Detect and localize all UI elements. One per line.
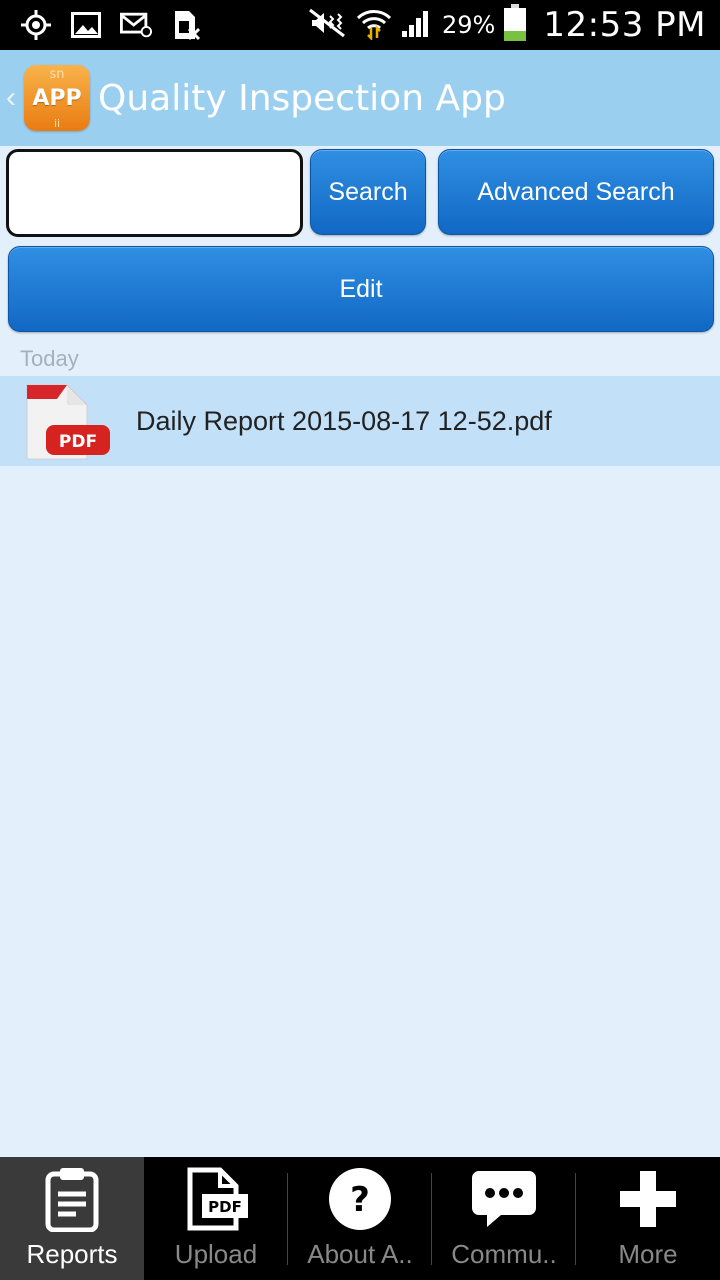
chat-icon [470,1165,538,1233]
edit-button[interactable]: Edit [8,246,714,332]
tab-label: Reports [26,1239,118,1269]
app-header: ‹ sn APP ii Quality Inspection App [0,50,720,146]
advanced-search-button[interactable]: Advanced Search [438,149,714,235]
location-icon [20,9,52,41]
battery-icon [503,3,527,47]
battery-percent: 29% [442,11,496,39]
pdf-upload-icon: PDF [182,1165,250,1233]
tab-community[interactable]: Commu.. [432,1157,576,1280]
help-glyph: ? [350,1180,370,1220]
app-logo[interactable]: sn APP ii [24,65,90,131]
tab-more[interactable]: More [576,1157,720,1280]
pdf-icon: PDF [24,379,114,463]
logo-text: APP [32,85,82,111]
logo-top-text: sn [49,67,65,82]
tab-about[interactable]: ? About A.. [288,1157,432,1280]
tab-label: Upload [174,1239,258,1269]
logo-bottom-text: ii [53,117,61,130]
tab-label: Commu.. [451,1239,557,1269]
back-chevron-icon[interactable]: ‹ [6,81,20,115]
pdf-badge-text: PDF [59,432,97,452]
search-input[interactable] [6,149,303,237]
clipboard-icon [38,1165,106,1233]
signal-icon [400,7,434,44]
plus-icon [614,1165,682,1233]
search-button[interactable]: Search [310,149,426,235]
tab-label: About A.. [307,1239,413,1269]
page-title: Quality Inspection App [98,77,506,119]
tab-upload[interactable]: PDF Upload [144,1157,288,1280]
email-icon [120,9,152,41]
section-header-today: Today [20,346,79,371]
upload-badge-text: PDF [208,1198,242,1216]
list-item-label: Daily Report 2015-08-17 12-52.pdf [136,405,552,436]
status-bar: 29% 12:53 PM [0,0,720,50]
bottom-tab-bar: Reports PDF Upload ? About A.. Commu.. M… [0,1157,720,1280]
tab-label: More [618,1239,678,1269]
tab-reports[interactable]: Reports [0,1157,144,1280]
status-clock: 12:53 PM [543,5,706,45]
sim-icon [170,9,202,41]
wifi-icon [356,6,392,45]
help-icon: ? [326,1165,394,1233]
image-icon [70,9,102,41]
mute-icon [308,8,348,43]
list-item[interactable]: PDF Daily Report 2015-08-17 12-52.pdf [0,376,720,466]
